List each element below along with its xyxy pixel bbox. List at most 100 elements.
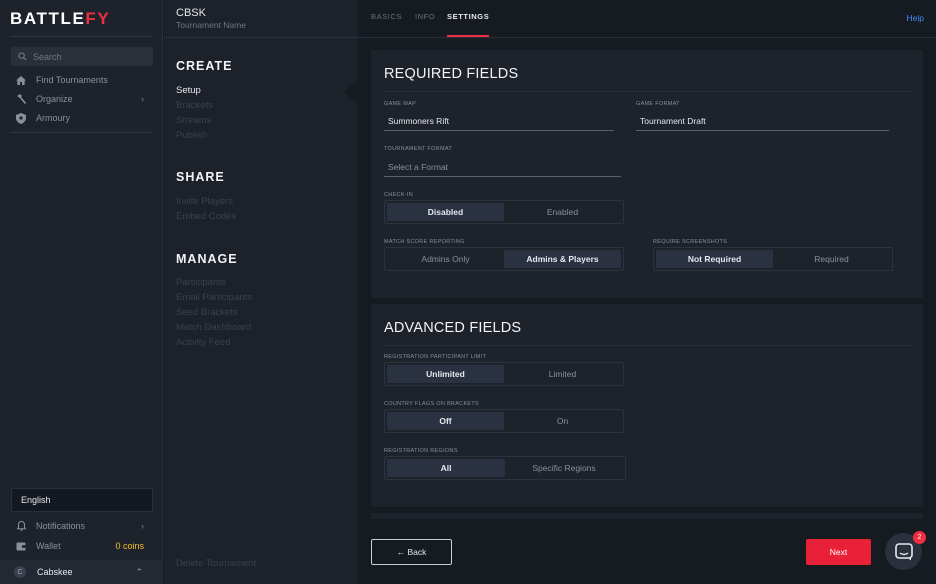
score-reporting-label: MATCH SCORE REPORTING xyxy=(384,239,465,245)
score-reporting-toggle: Admins Only Admins & Players xyxy=(384,247,624,271)
tournament-nav: CBSK Tournament Name CREATE Setup Bracke… xyxy=(164,0,358,584)
wallet-coins: 0 coins xyxy=(115,541,144,551)
language-selector[interactable]: English xyxy=(11,488,153,512)
nav-activity-feed[interactable]: Activity Feed xyxy=(176,337,230,348)
avatar: C xyxy=(14,566,26,578)
section-create-heading: CREATE xyxy=(176,59,233,73)
logo-accent-text: FY xyxy=(85,9,111,28)
limit-limited-option[interactable]: Limited xyxy=(504,365,621,383)
main-content: BASICS INFO SETTINGS Help REQUIRED FIELD… xyxy=(358,0,936,584)
chevron-up-icon: ⌃ xyxy=(135,566,143,577)
back-button[interactable]: ← Back xyxy=(371,539,452,565)
country-flags-label: COUNTRY FLAGS ON BRACKETS xyxy=(384,401,480,407)
screenshots-required-option[interactable]: Required xyxy=(773,250,890,268)
username: Cabskee xyxy=(37,567,73,577)
tab-bar: BASICS INFO SETTINGS Help xyxy=(358,0,936,38)
active-section-notch xyxy=(344,80,358,104)
checkin-toggle: Disabled Enabled xyxy=(384,200,624,224)
sidebar-divider xyxy=(10,132,153,133)
active-tab-indicator xyxy=(447,35,489,37)
advanced-fields-panel: ADVANCED FIELDS REGISTRATION PARTICIPANT… xyxy=(371,304,923,507)
flags-on-option[interactable]: On xyxy=(504,412,621,430)
advanced-fields-title: ADVANCED FIELDS xyxy=(384,320,522,336)
score-admins-only-option[interactable]: Admins Only xyxy=(387,250,504,268)
section-share-heading: SHARE xyxy=(176,170,225,184)
nav-brackets[interactable]: Brackets xyxy=(176,100,213,111)
search-icon xyxy=(18,52,27,61)
hammer-icon xyxy=(14,94,28,104)
nav-streams[interactable]: Streams xyxy=(176,115,211,126)
game-map-label: GAME MAP xyxy=(384,101,417,107)
chat-unread-badge: 2 xyxy=(913,531,926,544)
nav-setup[interactable]: Setup xyxy=(176,85,201,96)
tournament-format-select[interactable]: Select a Format xyxy=(384,157,621,177)
wallet-icon xyxy=(14,542,28,551)
registration-regions-label: REGISTRATION REGIONS xyxy=(384,448,458,454)
checkin-enabled-option[interactable]: Enabled xyxy=(504,203,621,221)
tab-settings[interactable]: SETTINGS xyxy=(447,12,489,21)
regions-specific-option[interactable]: Specific Regions xyxy=(505,459,623,477)
participant-limit-label: REGISTRATION PARTICIPANT LIMIT xyxy=(384,354,487,360)
nav-seed-brackets[interactable]: Seed Brackets xyxy=(176,307,238,318)
game-map-field[interactable]: Summoners Rift xyxy=(384,111,614,131)
next-panel-edge xyxy=(371,513,923,519)
tab-info[interactable]: INFO xyxy=(415,12,435,21)
logo-text: BATTLE xyxy=(10,9,86,28)
tournament-format-label: TOURNAMENT FORMAT xyxy=(384,146,453,152)
sidebar-item-label: Organize xyxy=(36,94,73,104)
required-fields-title: REQUIRED FIELDS xyxy=(384,66,519,82)
score-admins-players-option[interactable]: Admins & Players xyxy=(504,250,621,268)
tab-basics[interactable]: BASICS xyxy=(371,12,402,21)
main-sidebar: BATTLEFY Search Find Tournaments Organiz… xyxy=(0,0,163,584)
search-placeholder: Search xyxy=(33,51,62,62)
country-flags-toggle: Off On xyxy=(384,409,624,433)
section-manage-heading: MANAGE xyxy=(176,252,238,266)
participant-limit-toggle: Unlimited Limited xyxy=(384,362,624,386)
nav-participants[interactable]: Participants xyxy=(176,277,226,288)
sidebar-item-armoury[interactable]: Armoury xyxy=(14,110,144,126)
sidebar-item-find-tournaments[interactable]: Find Tournaments xyxy=(14,72,144,88)
sidebar-divider xyxy=(10,36,153,37)
battlefy-logo[interactable]: BATTLEFY xyxy=(10,9,110,29)
tournament-code: CBSK xyxy=(176,7,206,19)
shield-icon xyxy=(14,112,28,124)
bell-icon xyxy=(14,521,28,531)
chevron-right-icon: › xyxy=(141,94,144,104)
game-format-label: GAME FORMAT xyxy=(636,101,680,107)
regions-all-option[interactable]: All xyxy=(387,459,505,477)
search-input[interactable]: Search xyxy=(11,47,153,66)
sidebar-item-organize[interactable]: Organize › xyxy=(14,91,144,107)
next-button[interactable]: Next xyxy=(806,539,871,565)
nav-email-participants[interactable]: Email Participants xyxy=(176,292,252,303)
required-fields-panel: REQUIRED FIELDS GAME MAP Summoners Rift … xyxy=(371,50,923,298)
sidebar-item-label: Armoury xyxy=(36,113,71,123)
require-screenshots-toggle: Not Required Required xyxy=(653,247,893,271)
nav-publish[interactable]: Publish xyxy=(176,130,207,141)
chat-icon xyxy=(894,542,913,560)
registration-regions-toggle: All Specific Regions xyxy=(384,456,626,480)
sidebar-item-label: Wallet xyxy=(36,541,61,551)
user-menu[interactable]: C Cabskee ⌃ xyxy=(0,560,163,584)
game-format-field[interactable]: Tournament Draft xyxy=(636,111,889,131)
delete-tournament-link[interactable]: Delete Tournament xyxy=(176,558,256,569)
language-label: English xyxy=(21,495,51,505)
chevron-right-icon: › xyxy=(141,521,144,531)
checkin-disabled-option[interactable]: Disabled xyxy=(387,203,504,221)
nav-invite-players[interactable]: Invite Players xyxy=(176,196,233,207)
subnav-divider xyxy=(164,37,358,38)
nav-match-dashboard[interactable]: Match Dashboard xyxy=(176,322,251,333)
sidebar-item-notifications[interactable]: Notifications › xyxy=(14,518,144,534)
help-link[interactable]: Help xyxy=(907,13,924,23)
sidebar-item-wallet[interactable]: Wallet 0 coins xyxy=(14,538,144,554)
nav-embed-codes[interactable]: Embed Codes xyxy=(176,211,236,222)
flags-off-option[interactable]: Off xyxy=(387,412,504,430)
panel-divider xyxy=(384,91,912,92)
screenshots-not-required-option[interactable]: Not Required xyxy=(656,250,773,268)
sidebar-item-label: Notifications xyxy=(36,521,86,531)
tournament-name: Tournament Name xyxy=(176,20,246,30)
limit-unlimited-option[interactable]: Unlimited xyxy=(387,365,504,383)
checkin-label: CHECK-IN xyxy=(384,192,413,198)
home-icon xyxy=(14,75,28,85)
sidebar-item-label: Find Tournaments xyxy=(36,75,108,85)
panel-divider xyxy=(384,345,912,346)
